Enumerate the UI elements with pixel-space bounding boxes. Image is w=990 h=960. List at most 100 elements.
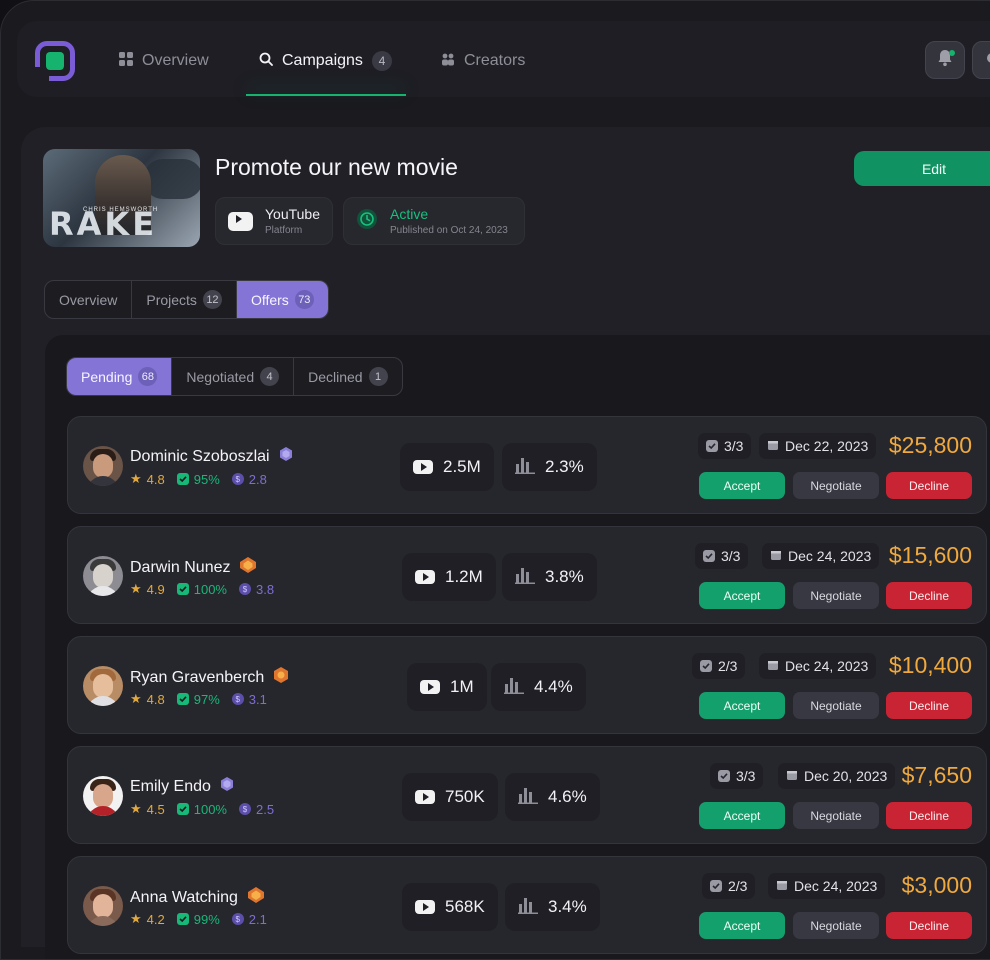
level-badge-icon [272, 666, 290, 689]
calendar-icon [770, 548, 782, 564]
youtube-icon [415, 900, 435, 914]
date-value: Dec 24, 2023 [788, 548, 872, 564]
app-logo[interactable] [35, 41, 75, 81]
tab-offers[interactable]: Offers 73 [236, 281, 328, 318]
tasks-value: 3/3 [721, 548, 741, 564]
completion-value: 97% [193, 691, 220, 707]
checkbox-icon [700, 660, 712, 672]
checkbox-icon [706, 440, 718, 452]
settings-button[interactable] [972, 41, 990, 79]
nav-tab-campaigns[interactable]: Campaigns 4 [259, 43, 392, 79]
avatar [83, 886, 123, 926]
negotiate-button[interactable]: Negotiate [793, 912, 879, 939]
filter-declined[interactable]: Declined 1 [294, 358, 401, 395]
subscribers-value: 2.5M [443, 457, 481, 476]
decline-button[interactable]: Decline [886, 472, 972, 499]
completion-value: 100% [193, 801, 227, 817]
engagement-metric: 4.6% [505, 773, 600, 821]
negotiate-button[interactable]: Negotiate [793, 582, 879, 609]
completion-rate: 95% [176, 471, 220, 487]
completion-value: 95% [193, 471, 220, 487]
star-icon: ★ [130, 801, 142, 816]
decline-button[interactable]: Decline [886, 912, 972, 939]
score-value: 2.1 [248, 911, 267, 927]
completion-rate: 97% [176, 691, 220, 707]
level-badge-icon [278, 446, 294, 467]
completion-rate: 100% [176, 581, 227, 597]
engagement-value: 4.6% [548, 787, 587, 806]
creator-stats: ★ 4.8 95% $2.8 [130, 471, 267, 487]
tab-overview[interactable]: Overview [45, 281, 133, 318]
status-chip: Active Published on Oct 24, 2023 [343, 197, 525, 245]
avatar [83, 666, 123, 706]
avatar [83, 556, 123, 596]
offer-price: $10,400 [888, 652, 972, 678]
filter-label: Pending [81, 368, 133, 385]
search-icon [259, 52, 273, 71]
published-date: Published on Oct 24, 2023 [390, 225, 508, 236]
youtube-icon [228, 211, 253, 231]
check-icon [176, 913, 189, 925]
engagement-value: 3.4% [548, 897, 587, 916]
accept-button[interactable]: Accept [699, 582, 785, 609]
star-icon: ★ [130, 581, 142, 596]
rating-value: 4.5 [146, 801, 165, 817]
calendar-icon [767, 438, 779, 454]
checkbox-icon [718, 770, 730, 782]
accept-button[interactable]: Accept [699, 692, 785, 719]
date-value: Dec 20, 2023 [804, 768, 888, 784]
notifications-button[interactable] [925, 41, 965, 79]
filter-pending[interactable]: Pending 68 [67, 358, 173, 395]
negotiate-button[interactable]: Negotiate [793, 472, 879, 499]
filter-negotiated[interactable]: Negotiated 4 [172, 358, 295, 395]
subscribers-metric: 1M [407, 663, 487, 711]
coin-icon: $ [231, 913, 244, 925]
level-badge-icon [219, 776, 235, 797]
date-tag: Dec 22, 2023 [759, 433, 877, 459]
negotiate-button[interactable]: Negotiate [793, 692, 879, 719]
tab-count-badge: 12 [202, 290, 222, 309]
grid-icon [119, 51, 133, 71]
decline-button[interactable]: Decline [886, 582, 972, 609]
creator-score: $2.5 [238, 801, 274, 817]
engagement-value: 2.3% [545, 457, 584, 476]
filter-count-badge: 68 [138, 367, 158, 386]
completion-value: 100% [193, 581, 227, 597]
creator-stats: ★ 4.9 100% $3.8 [130, 581, 274, 597]
offer-price: $7,650 [901, 762, 972, 788]
platform-label: Platform [264, 225, 303, 236]
youtube-icon [420, 680, 440, 694]
creator-name-text: Darwin Nunez [130, 558, 231, 576]
tasks-tag: 3/3 [695, 543, 749, 569]
tab-projects[interactable]: Projects 12 [132, 281, 237, 318]
creator-score: $3.1 [231, 691, 267, 707]
calendar-icon [767, 658, 779, 674]
engagement-value: 4.4% [534, 677, 573, 696]
bar-chart-icon [515, 566, 535, 589]
tab-label: Offers [250, 291, 289, 308]
accept-button[interactable]: Accept [699, 912, 785, 939]
offer-card: Darwin Nunez ★ 4.9 100% $3.8 1.2M 3.8% 3/… [67, 526, 987, 624]
filter-label: Negotiated [186, 368, 255, 385]
top-navigation: Overview Campaigns 4 Creators [17, 21, 990, 97]
calendar-icon [776, 878, 788, 894]
avatar [83, 446, 123, 486]
subscribers-value: 1.2M [445, 567, 483, 586]
coin-icon: $ [238, 583, 251, 595]
accept-button[interactable]: Accept [699, 802, 785, 829]
creator-stats: ★ 4.5 100% $2.5 [130, 801, 274, 817]
notification-dot [949, 50, 955, 56]
clock-icon [356, 208, 378, 235]
decline-button[interactable]: Decline [886, 692, 972, 719]
decline-button[interactable]: Decline [886, 802, 972, 829]
platform-chip: YouTube Platform [215, 197, 333, 245]
status-text: Active [390, 206, 429, 222]
negotiate-button[interactable]: Negotiate [793, 802, 879, 829]
edit-button[interactable]: Edit [854, 151, 990, 186]
accept-button[interactable]: Accept [699, 472, 785, 499]
checkbox-icon [703, 550, 715, 562]
nav-tab-overview[interactable]: Overview [119, 43, 209, 79]
subscribers-value: 568K [445, 897, 485, 916]
active-tab-indicator [246, 94, 406, 96]
nav-tab-creators[interactable]: Creators [441, 43, 525, 79]
